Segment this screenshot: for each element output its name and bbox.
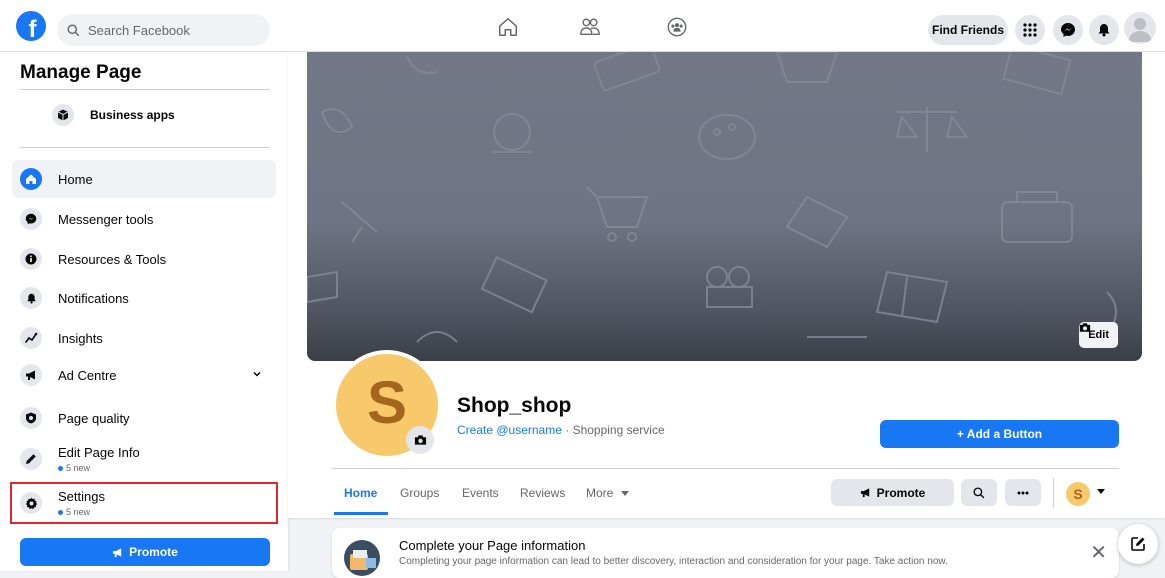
avatar-letter: S	[366, 368, 408, 436]
pencil-icon	[20, 448, 42, 470]
business-apps-link[interactable]: Business apps	[52, 104, 175, 126]
sidebar-item-insights[interactable]: Insights	[12, 319, 276, 357]
sidebar-item-label: Edit Page Info	[58, 445, 140, 460]
sidebar-item-resources-tools[interactable]: Resources & Tools	[12, 240, 276, 278]
add-a-button[interactable]: + Add a Button	[880, 420, 1119, 448]
bell-icon	[20, 287, 42, 309]
divider	[20, 89, 270, 90]
info-icon	[20, 248, 42, 270]
edit-cover-label: Edit	[1088, 329, 1109, 341]
home-icon	[20, 168, 42, 190]
settings-highlight-box	[10, 482, 278, 524]
search-input[interactable]	[88, 22, 258, 38]
manage-page-sidebar: Manage Page Business apps Home Messenger…	[0, 52, 288, 571]
insights-icon	[20, 327, 42, 349]
promote-label: Promote	[129, 545, 178, 559]
sidebar-item-home[interactable]: Home	[12, 160, 276, 198]
sidebar-item-label: Notifications	[58, 290, 129, 306]
bell-icon	[1098, 24, 1110, 37]
create-username-link[interactable]: Create @username	[457, 423, 562, 437]
menu-grid-button[interactable]	[1015, 15, 1045, 45]
grid-icon	[1023, 23, 1037, 37]
business-apps-label: Business apps	[90, 108, 175, 122]
sidebar-item-notifications[interactable]: Notifications	[12, 279, 276, 317]
cover-pattern	[307, 52, 1117, 343]
find-friends-button[interactable]: Find Friends	[928, 15, 1008, 45]
more-dots-icon	[1017, 491, 1029, 494]
update-profile-picture-button[interactable]	[406, 426, 434, 454]
sidebar-item-label: Insights	[58, 330, 103, 346]
page-meta: Create @username · Shopping service	[457, 423, 665, 437]
page-header-panel: Edit S Shop_shop Create @username · Shop…	[288, 52, 1165, 518]
messenger-icon	[1061, 23, 1075, 37]
messenger-icon	[20, 208, 42, 230]
notifications-button[interactable]	[1089, 15, 1119, 45]
groups-nav-icon[interactable]	[655, 12, 699, 42]
facebook-logo-icon[interactable]: f	[16, 11, 46, 41]
sidebar-item-label: Home	[58, 171, 93, 187]
info-card-description: Completing your page information can lea…	[399, 556, 948, 567]
promote-label: Promote	[876, 485, 926, 500]
close-icon[interactable]: ✕	[1090, 540, 1107, 564]
divider	[1053, 478, 1054, 508]
more-options-button[interactable]	[1005, 479, 1041, 506]
promote-page-button[interactable]: Promote	[831, 479, 954, 506]
caret-down-icon	[620, 491, 629, 496]
search-box[interactable]	[57, 14, 270, 46]
page-category: · Shopping service	[561, 423, 665, 437]
messenger-button[interactable]	[1053, 15, 1083, 45]
camera-icon	[414, 435, 426, 445]
promote-button[interactable]: Promote	[20, 538, 270, 566]
tab-reviews[interactable]: Reviews	[520, 486, 565, 500]
megaphone-icon	[113, 547, 122, 557]
megaphone-icon	[860, 488, 869, 498]
chevron-down-icon[interactable]	[252, 369, 262, 379]
edit-cover-button[interactable]: Edit	[1079, 322, 1118, 348]
divider	[20, 147, 270, 148]
tab-home[interactable]: Home	[344, 486, 377, 500]
caret-down-icon[interactable]	[1097, 489, 1105, 494]
sidebar-item-edit-page-info[interactable]: Edit Page Info 5 new	[12, 438, 276, 480]
top-navigation-bar: f Find Friends	[0, 0, 1165, 52]
cover-photo[interactable]: Edit	[307, 52, 1142, 361]
sidebar-item-label: Page quality	[58, 410, 130, 426]
account-avatar[interactable]	[1124, 12, 1156, 44]
page-name: Shop_shop	[457, 394, 572, 417]
new-count-badge: 5 new	[58, 463, 140, 473]
sidebar-item-label: Resources & Tools	[58, 251, 167, 267]
search-page-button[interactable]	[961, 479, 997, 506]
business-apps-icon	[52, 104, 74, 126]
info-card-title: Complete your Page information	[399, 538, 586, 553]
home-nav-icon[interactable]	[486, 12, 530, 42]
page-switcher-avatar[interactable]: S	[1066, 482, 1090, 506]
sidebar-item-ad-centre[interactable]: Ad Centre	[12, 356, 276, 394]
sidebar-item-label: Messenger tools	[58, 211, 154, 227]
tab-events[interactable]: Events	[462, 486, 499, 500]
active-tab-indicator	[334, 512, 388, 515]
page-main-content: Edit S Shop_shop Create @username · Shop…	[288, 52, 1165, 578]
megaphone-icon	[20, 364, 42, 386]
sidebar-item-label: Ad Centre	[58, 367, 117, 383]
shield-icon	[20, 407, 42, 429]
sidebar-item-messenger-tools[interactable]: Messenger tools	[12, 200, 276, 238]
sidebar-item-page-quality[interactable]: Page quality	[12, 399, 276, 437]
compose-icon	[1131, 537, 1145, 551]
new-message-button[interactable]	[1118, 524, 1158, 564]
camera-icon	[1080, 323, 1091, 332]
manage-page-title: Manage Page	[20, 62, 142, 83]
divider	[332, 468, 1119, 469]
tab-groups[interactable]: Groups	[400, 486, 439, 500]
tab-more[interactable]: More	[586, 486, 629, 500]
search-icon	[67, 23, 80, 36]
friends-nav-icon[interactable]	[568, 12, 612, 42]
search-icon	[973, 486, 985, 498]
